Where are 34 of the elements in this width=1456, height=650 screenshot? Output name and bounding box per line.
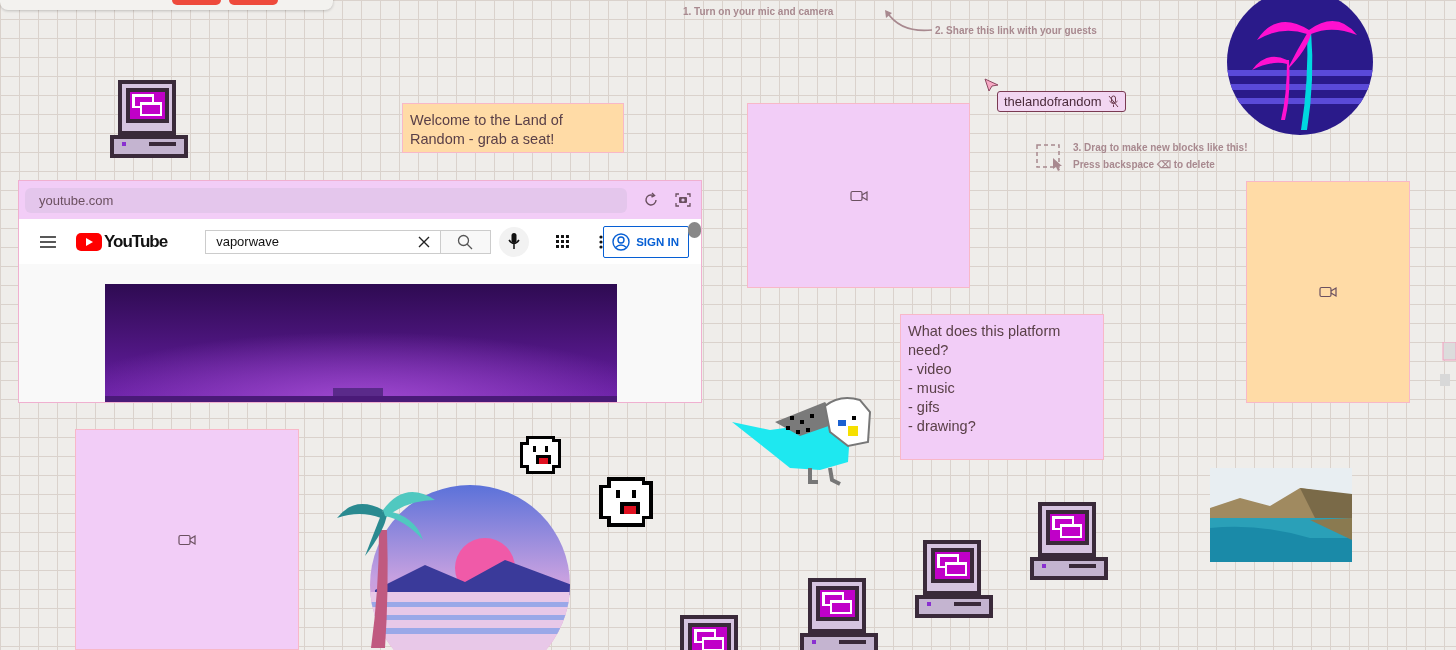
menu-icon[interactable] (40, 235, 56, 248)
hint-text: Press backspace ⌫ to delete (1073, 159, 1215, 170)
mic-off-icon (1107, 95, 1119, 108)
cursor-icon (984, 78, 1000, 93)
curved-arrow (882, 8, 934, 34)
microphone-icon (508, 233, 521, 250)
sign-in-button[interactable]: SIGN IN (603, 225, 689, 258)
video-camera-icon (1319, 286, 1337, 298)
youtube-logo[interactable]: YouTube (75, 231, 168, 252)
camera-icon[interactable] (675, 192, 691, 208)
voice-search-button[interactable] (499, 226, 530, 257)
drag-block-icon (1036, 144, 1064, 171)
more-icon[interactable] (599, 234, 604, 249)
apps-icon[interactable] (556, 235, 570, 248)
search-icon (457, 233, 474, 250)
user-name: thelandofrandom (1004, 94, 1102, 109)
instruction-text: 2. Share this link with your guests (935, 25, 1097, 36)
search-button[interactable] (440, 229, 492, 254)
video-camera-icon (178, 533, 196, 546)
sticky-note[interactable]: What does this platform need? - video - music - gifs - drawing? (900, 314, 1104, 460)
search-field[interactable]: vaporwave (205, 229, 441, 254)
refresh-icon[interactable] (643, 192, 659, 208)
sticky-note[interactable]: Welcome to the Land of Random - grab a seat! (402, 103, 624, 153)
note-text: What does this platform need? - video - music - gifs - drawing? (908, 323, 1061, 434)
note-text: Welcome to the Land of Random - grab a seat! (410, 112, 563, 147)
account-icon (612, 232, 631, 251)
minimap-drawing (1440, 342, 1456, 388)
video-camera-icon (849, 189, 868, 202)
url-field[interactable]: youtube.com (25, 187, 627, 213)
hint-text: 3. Drag to make new blocks like this! (1073, 142, 1248, 153)
clear-icon[interactable] (417, 235, 430, 248)
play-icon (75, 232, 102, 251)
logo-text: YouTube (103, 231, 168, 252)
instruction-text: 1. Turn on your mic and camera (683, 6, 834, 17)
